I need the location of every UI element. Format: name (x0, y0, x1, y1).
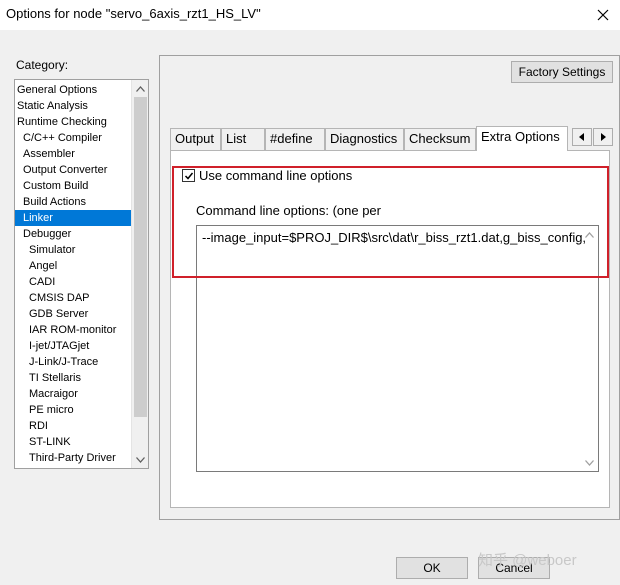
category-item[interactable]: IAR ROM-monitor (15, 322, 131, 338)
command-line-scrollbar[interactable] (581, 226, 598, 471)
checkmark-icon (184, 172, 193, 180)
arrow-right-icon (601, 133, 606, 141)
scroll-thumb[interactable] (134, 97, 147, 417)
use-command-line-option[interactable]: Use command line options (182, 168, 352, 183)
category-scrollbar[interactable] (131, 80, 148, 468)
category-item[interactable]: Angel (15, 258, 131, 274)
category-item[interactable]: Build Actions (15, 194, 131, 210)
category-item[interactable]: J-Link/J-Trace (15, 354, 131, 370)
category-item[interactable]: TI Stellaris (15, 370, 131, 386)
category-item[interactable]: PE micro (15, 402, 131, 418)
category-item[interactable]: ST-LINK (15, 434, 131, 450)
category-item[interactable]: RDI (15, 418, 131, 434)
window-title: Options for node "servo_6axis_rzt1_HS_LV… (6, 6, 261, 21)
category-list[interactable]: General Options Static Analysis Runtime Ch… (14, 79, 149, 469)
tab-strip: Output List #define Diagnostics Checksum… (170, 126, 610, 151)
watermark: 知乎 @weboer (478, 552, 577, 569)
category-item[interactable]: Runtime Checking (15, 114, 131, 130)
category-label: Category: (16, 58, 69, 72)
tab-scroll-right-button[interactable] (593, 128, 613, 146)
category-item[interactable]: CMSIS DAP (15, 290, 131, 306)
scroll-down-icon[interactable] (581, 454, 598, 471)
command-line-label: Command line options: (one per (196, 203, 381, 218)
category-item[interactable]: Static Analysis (15, 98, 131, 114)
close-icon (597, 9, 609, 21)
category-item[interactable]: General Options (15, 82, 131, 98)
category-item[interactable]: Macraigor (15, 386, 131, 402)
category-items: General Options Static Analysis Runtime Ch… (15, 82, 131, 466)
category-item[interactable]: Third-Party Driver (15, 450, 131, 466)
title-bar: Options for node "servo_6axis_rzt1_HS_LV… (0, 0, 620, 30)
category-item[interactable]: Assembler (15, 146, 131, 162)
category-item[interactable]: C/C++ Compiler (15, 130, 131, 146)
tab-checksum[interactable]: Checksum (404, 128, 476, 150)
command-line-textarea[interactable]: --image_input=$PROJ_DIR$\src\dat\r_biss_… (196, 225, 599, 472)
tab-list[interactable]: List (221, 128, 265, 150)
category-item[interactable]: Linker (15, 210, 131, 226)
arrow-left-icon (579, 133, 584, 141)
ok-button[interactable]: OK (396, 557, 468, 579)
category-item[interactable]: Simulator (15, 242, 131, 258)
tab-scroll-left-button[interactable] (572, 128, 592, 146)
tab-extra-options[interactable]: Extra Options (476, 126, 568, 151)
use-command-line-label: Use command line options (199, 168, 353, 183)
category-item[interactable]: Custom Build (15, 178, 131, 194)
command-line-value: --image_input=$PROJ_DIR$\src\dat\r_biss_… (202, 230, 587, 245)
category-item[interactable]: Output Converter (15, 162, 131, 178)
use-command-line-checkbox[interactable] (182, 169, 195, 182)
tab-diagnostics[interactable]: Diagnostics (325, 128, 404, 150)
scroll-up-icon[interactable] (132, 80, 148, 97)
category-item[interactable]: GDB Server (15, 306, 131, 322)
scroll-up-icon[interactable] (581, 226, 598, 243)
factory-settings-button[interactable]: Factory Settings (511, 61, 613, 83)
category-item[interactable]: Debugger (15, 226, 131, 242)
tab-define[interactable]: #define (265, 128, 325, 150)
tab-output[interactable]: Output (170, 128, 221, 150)
category-item[interactable]: I-jet/JTAGjet (15, 338, 131, 354)
scroll-down-icon[interactable] (132, 451, 148, 468)
close-button[interactable] (586, 0, 620, 30)
category-item[interactable]: CADI (15, 274, 131, 290)
